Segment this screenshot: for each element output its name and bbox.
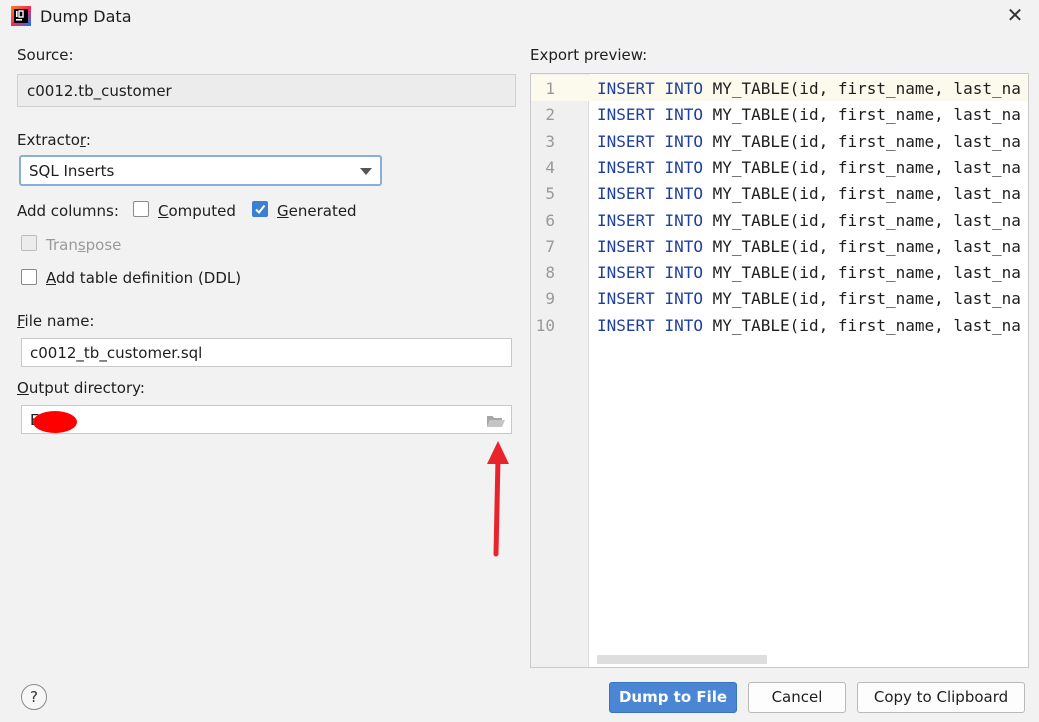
redaction-mark bbox=[33, 411, 77, 433]
file-name-input[interactable] bbox=[22, 339, 511, 366]
line-code: INSERT INTO MY_TABLE(id, first_name, las… bbox=[597, 289, 1021, 309]
line-code: INSERT INTO MY_TABLE(id, first_name, las… bbox=[597, 263, 1021, 283]
line-number: 5 bbox=[545, 184, 555, 204]
code-line: 3 INSERT INTO MY_TABLE(id, first_name, la… bbox=[531, 128, 1028, 154]
source-label: Source: bbox=[17, 46, 74, 64]
ddl-checkbox[interactable] bbox=[21, 269, 37, 285]
line-number: 6 bbox=[545, 210, 555, 230]
code-line: 9 INSERT INTO MY_TABLE(id, first_name, la… bbox=[531, 285, 1028, 311]
line-number: 8 bbox=[545, 263, 555, 283]
computed-label: Computed bbox=[158, 202, 236, 220]
code-line: 10 INSERT INTO MY_TABLE(id, first_name, l… bbox=[531, 312, 1028, 338]
file-name-label: File name: bbox=[17, 312, 95, 330]
extractor-label: Extractor: bbox=[17, 131, 91, 149]
transpose-label: Transpose bbox=[46, 236, 122, 254]
intellij-icon bbox=[11, 6, 31, 26]
code-line: 8 INSERT INTO MY_TABLE(id, first_name, la… bbox=[531, 259, 1028, 285]
output-directory-label: Output directory: bbox=[17, 379, 145, 397]
chevron-down-icon bbox=[360, 168, 372, 175]
line-code: INSERT INTO MY_TABLE(id, first_name, las… bbox=[597, 79, 1021, 98]
file-name-field[interactable] bbox=[21, 338, 512, 367]
title-bar bbox=[0, 0, 1039, 34]
extractor-selected: SQL Inserts bbox=[29, 162, 115, 180]
cancel-button[interactable]: Cancel bbox=[748, 682, 846, 713]
code-line: 5 INSERT INTO MY_TABLE(id, first_name, la… bbox=[531, 180, 1028, 206]
dump-to-file-button[interactable]: Dump to File bbox=[609, 682, 737, 713]
transpose-checkbox[interactable] bbox=[21, 235, 37, 251]
code-line: 2 INSERT INTO MY_TABLE(id, first_name, la… bbox=[531, 101, 1028, 127]
annotation-arrow bbox=[487, 441, 509, 557]
source-value: c0012.tb_customer bbox=[27, 82, 172, 100]
add-columns-label: Add columns: bbox=[17, 202, 119, 220]
output-directory-input[interactable] bbox=[22, 406, 511, 433]
line-number: 10 bbox=[535, 315, 555, 335]
line-code: INSERT INTO MY_TABLE(id, first_name, las… bbox=[597, 184, 1021, 204]
computed-checkbox[interactable] bbox=[133, 201, 149, 217]
line-number: 2 bbox=[545, 105, 555, 125]
code-line: 7 INSERT INTO MY_TABLE(id, first_name, la… bbox=[531, 233, 1028, 259]
line-code: INSERT INTO MY_TABLE(id, first_name, las… bbox=[597, 210, 1021, 230]
generated-label: Generated bbox=[277, 202, 357, 220]
generated-checkbox[interactable] bbox=[252, 201, 268, 217]
line-code: INSERT INTO MY_TABLE(id, first_name, las… bbox=[597, 236, 1021, 256]
extractor-dropdown[interactable]: SQL Inserts bbox=[19, 155, 382, 186]
code-line: 4 INSERT INTO MY_TABLE(id, first_name, la… bbox=[531, 154, 1028, 180]
line-code: INSERT INTO MY_TABLE(id, first_name, las… bbox=[597, 131, 1021, 151]
code-line: 6 INSERT INTO MY_TABLE(id, first_name, la… bbox=[531, 207, 1028, 233]
help-button[interactable]: ? bbox=[21, 684, 47, 710]
ddl-label: Add table definition (DDL) bbox=[46, 269, 242, 287]
line-number: 3 bbox=[545, 131, 555, 151]
window-title: Dump Data bbox=[40, 7, 132, 26]
horizontal-scrollbar[interactable] bbox=[597, 655, 767, 664]
code-line: 1 INSERT INTO MY_TABLE(id, first_name, la… bbox=[531, 75, 1028, 101]
line-number: 9 bbox=[545, 289, 555, 309]
source-field: c0012.tb_customer bbox=[17, 74, 516, 107]
line-number: 1 bbox=[545, 79, 555, 98]
copy-to-clipboard-button[interactable]: Copy to Clipboard bbox=[857, 682, 1025, 713]
line-number: 4 bbox=[545, 157, 555, 177]
export-preview-editor[interactable]: 1 INSERT INTO MY_TABLE(id, first_name, la… bbox=[530, 73, 1029, 668]
close-icon[interactable]: ✕ bbox=[1004, 4, 1026, 26]
line-code: INSERT INTO MY_TABLE(id, first_name, las… bbox=[597, 315, 1021, 335]
folder-open-icon[interactable] bbox=[486, 412, 506, 430]
export-preview-label: Export preview: bbox=[530, 46, 648, 64]
line-number: 7 bbox=[545, 236, 555, 256]
line-code: INSERT INTO MY_TABLE(id, first_name, las… bbox=[597, 105, 1021, 125]
line-code: INSERT INTO MY_TABLE(id, first_name, las… bbox=[597, 157, 1021, 177]
output-directory-field[interactable] bbox=[21, 405, 512, 434]
